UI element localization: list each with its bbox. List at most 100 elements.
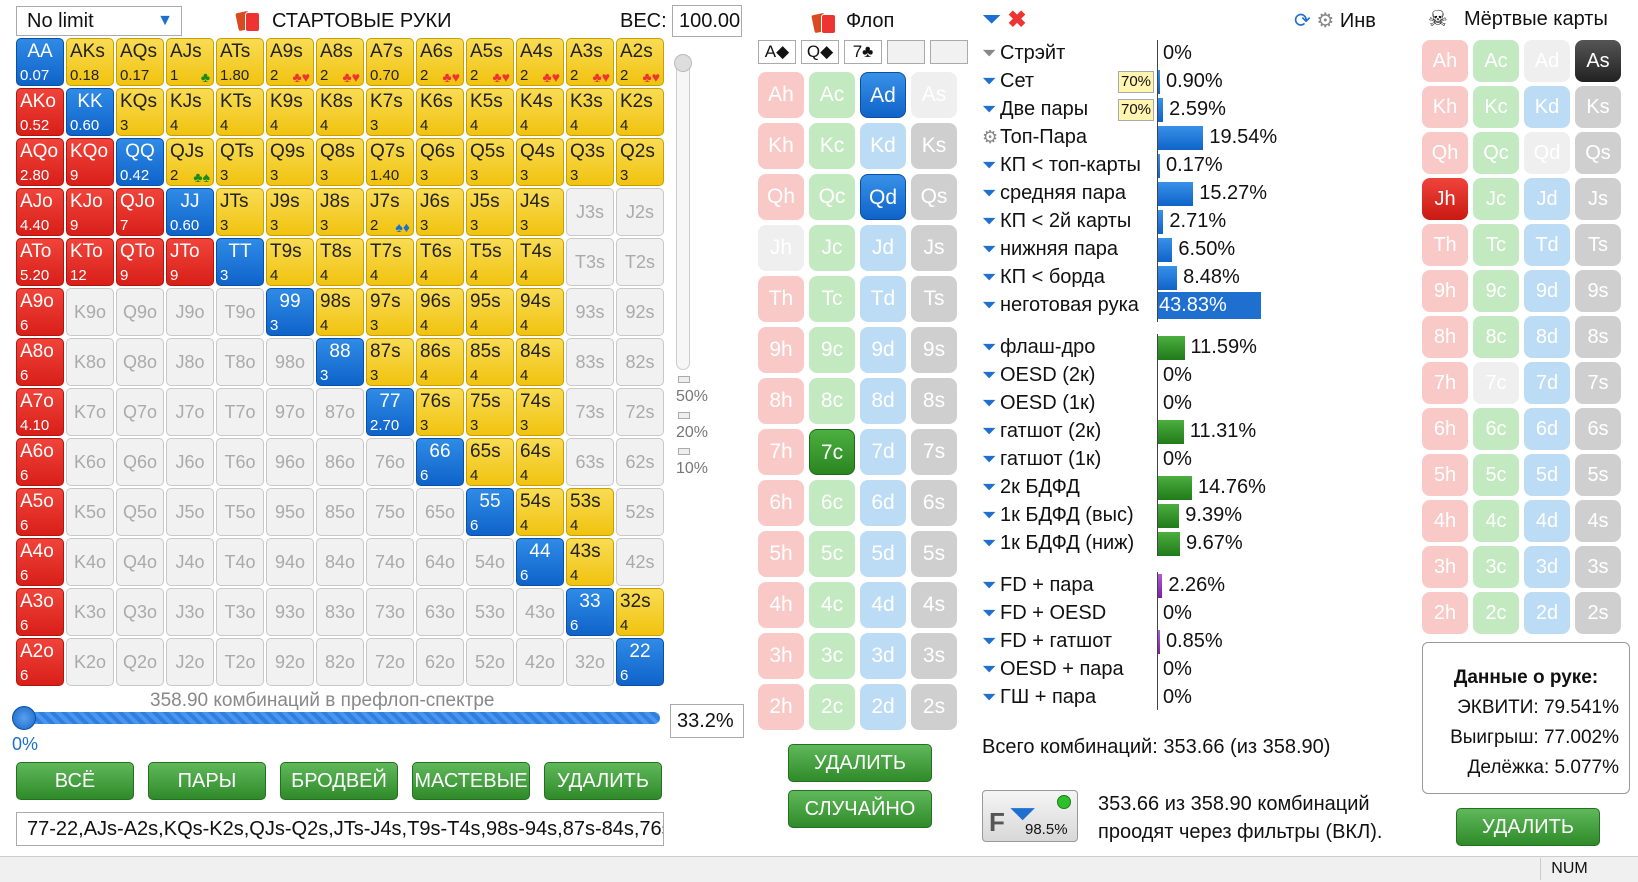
filter-row[interactable]: ⏷ средняя пара (982, 180, 1126, 207)
hand-cell[interactable]: 97o (266, 388, 314, 436)
hand-cell[interactable]: 64o (416, 538, 464, 586)
hand-cell[interactable]: 95s 4 (466, 288, 514, 336)
board-card-Kc[interactable]: Kc (809, 123, 855, 169)
board-card-6s[interactable]: 6s (911, 480, 957, 526)
board-card-2c[interactable]: 2c (809, 684, 855, 730)
hand-cell[interactable]: K5o (66, 488, 114, 536)
hand-cell[interactable]: 93o (266, 588, 314, 636)
funnel-icon[interactable]: ⏷ (982, 40, 1000, 67)
hand-cell[interactable]: Q6o (116, 438, 164, 486)
funnel-icon[interactable]: ⏷ (982, 334, 1000, 361)
hand-cell[interactable]: K7o (66, 388, 114, 436)
hand-cell[interactable]: Q2s 3 (616, 138, 664, 186)
hand-cell[interactable]: JJ 0.60 (166, 188, 214, 236)
board-card-7s[interactable]: 7s (911, 429, 957, 475)
invert-control[interactable]: ⟳ ⚙ Инв (1294, 6, 1376, 36)
board-card-6c[interactable]: 6c (809, 480, 855, 526)
board-card-2h[interactable]: 2h (758, 684, 804, 730)
hand-cell[interactable]: A5o 6 (16, 488, 64, 536)
hand-cell[interactable]: J4o (166, 538, 214, 586)
board-card-3c[interactable]: 3c (809, 633, 855, 679)
dead-card-As[interactable]: As (1575, 40, 1621, 82)
filter-row[interactable]: ⏷ Две пары (982, 96, 1088, 123)
dead-card-Jh[interactable]: Jh (1422, 178, 1468, 220)
board-card-3d[interactable]: 3d (860, 633, 906, 679)
hand-cell[interactable]: J5o (166, 488, 214, 536)
funnel-icon[interactable]: ⏷ (982, 418, 1000, 445)
filter-row[interactable]: ⏷ ГШ + пара (982, 684, 1096, 711)
dead-card-6d[interactable]: 6d (1524, 408, 1570, 450)
hand-cell[interactable]: K2s 4 (616, 88, 664, 136)
weight-vertical-slider[interactable] (676, 54, 690, 370)
dead-card-6s[interactable]: 6s (1575, 408, 1621, 450)
dead-card-7h[interactable]: 7h (1422, 362, 1468, 404)
hand-cell[interactable]: A5s 2 ♣♥ (466, 38, 514, 86)
hand-cell[interactable]: J3o (166, 588, 214, 636)
hand-cell[interactable]: 94s 4 (516, 288, 564, 336)
hand-cell[interactable]: K3o (66, 588, 114, 636)
weight-badge[interactable]: 70% (1118, 99, 1154, 121)
filter-row[interactable]: ⏷ 1к БДФД (выс) (982, 502, 1134, 529)
hand-cell[interactable]: A2s 2 ♣♥ (616, 38, 664, 86)
board-card-Js[interactable]: Js (911, 225, 957, 271)
hand-cell[interactable]: J9o (166, 288, 214, 336)
hand-cell[interactable]: 63s (566, 438, 614, 486)
dead-card-Kd[interactable]: Kd (1524, 86, 1570, 128)
hand-cell[interactable]: K4s 4 (516, 88, 564, 136)
hand-cell[interactable]: 42s (616, 538, 664, 586)
hand-cell[interactable]: 92o (266, 638, 314, 686)
filter-icon[interactable]: ⏷ (982, 6, 1001, 33)
hand-cell[interactable]: 75o (366, 488, 414, 536)
funnel-icon[interactable]: ⏷ (982, 96, 1000, 123)
hand-cell[interactable]: 97s 3 (366, 288, 414, 336)
hand-cell[interactable]: KQs 3 (116, 88, 164, 136)
hand-cell[interactable]: AJs 1 ♣ (166, 38, 214, 86)
hand-cell[interactable]: Q3o (116, 588, 164, 636)
range-text-input[interactable]: 77-22,AJs-A2s,KQs-K2s,QJs-Q2s,JTs-J4s,T9… (16, 812, 664, 846)
funnel-icon[interactable]: ⏷ (982, 362, 1000, 389)
hand-cell[interactable]: 88 3 (316, 338, 364, 386)
hand-cell[interactable]: 52s (616, 488, 664, 536)
board-random-button[interactable]: СЛУЧАЙНО (788, 790, 932, 828)
hand-cell[interactable]: T2o (216, 638, 264, 686)
filter-row[interactable]: ⏷ OESD (2к) (982, 362, 1095, 389)
board-card-5c[interactable]: 5c (809, 531, 855, 577)
hand-cell[interactable]: KK 0.60 (66, 88, 114, 136)
dead-delete-button[interactable]: УДАЛИТЬ (1456, 808, 1600, 846)
hand-cell[interactable]: T6s 4 (416, 238, 464, 286)
hand-cell[interactable]: QTs 3 (216, 138, 264, 186)
hand-cell[interactable]: KTo 12 (66, 238, 114, 286)
board-card-8c[interactable]: 8c (809, 378, 855, 424)
hand-cell[interactable]: Q5s 3 (466, 138, 514, 186)
dead-card-8c[interactable]: 8c (1473, 316, 1519, 358)
pairs-button[interactable]: ПАРЫ (148, 762, 266, 800)
filter-row[interactable]: ⏷ OESD (1к) (982, 390, 1095, 417)
hand-cell[interactable]: ATs 1.80 (216, 38, 264, 86)
funnel-icon[interactable]: ⏷ (982, 530, 1000, 557)
hand-cell[interactable]: AKo 0.52 (16, 88, 64, 136)
hand-cell[interactable]: T9o (216, 288, 264, 336)
board-delete-button[interactable]: УДАЛИТЬ (788, 744, 932, 782)
limit-select[interactable]: No limit ▼ (16, 6, 182, 36)
funnel-icon[interactable]: ⏷ (982, 68, 1000, 95)
dead-card-Kc[interactable]: Kc (1473, 86, 1519, 128)
hand-cell[interactable]: J3s (566, 188, 614, 236)
filter-row[interactable]: ⏷ нижняя пара (982, 236, 1118, 263)
filter-row[interactable]: ⚙Топ-Пара (982, 124, 1087, 151)
dead-card-4d[interactable]: 4d (1524, 500, 1570, 542)
hand-cell[interactable]: Q2o (116, 638, 164, 686)
filter-row[interactable]: ⏷ флаш-дро (982, 334, 1095, 361)
hand-cell[interactable]: 86o (316, 438, 364, 486)
board-card-6h[interactable]: 6h (758, 480, 804, 526)
filter-row[interactable]: ⏷ 1к БДФД (ниж) (982, 530, 1134, 557)
hand-cell[interactable]: 55 6 (466, 488, 514, 536)
hand-cell[interactable]: 84s 4 (516, 338, 564, 386)
board-slot-3[interactable]: 7♣ (844, 40, 882, 64)
filter-row[interactable]: ⏷ гатшот (2к) (982, 418, 1101, 445)
hand-cell[interactable]: 73s (566, 388, 614, 436)
hand-cell[interactable]: A6s 2 ♣♥ (416, 38, 464, 86)
hand-cell[interactable]: K9s 4 (266, 88, 314, 136)
hand-cell[interactable]: QTo 9 (116, 238, 164, 286)
hand-cell[interactable]: T6o (216, 438, 264, 486)
board-slot-4[interactable] (887, 40, 925, 64)
